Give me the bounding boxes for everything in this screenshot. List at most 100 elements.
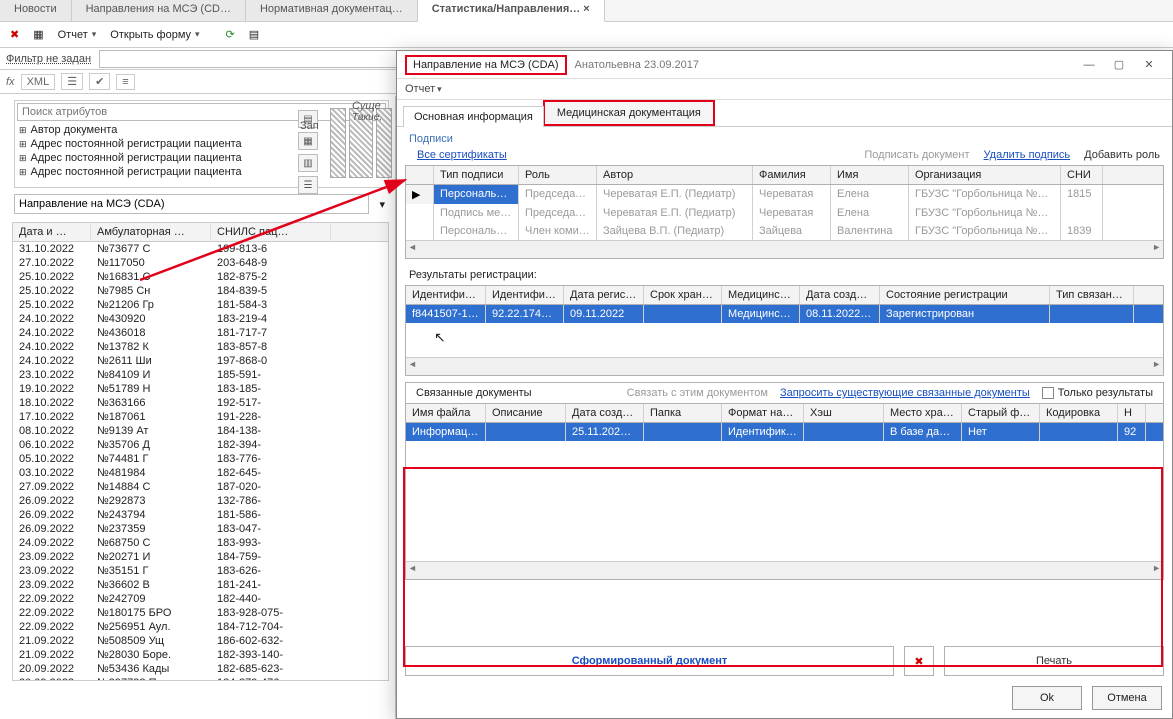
tab-stats[interactable]: Статистика/Направления… × [418, 0, 605, 22]
sig-row[interactable]: ▶Персональн…Председате…Череватая Е.П. (П… [406, 185, 1163, 204]
docs-scroll[interactable] [406, 561, 1163, 579]
print-button[interactable]: Печать [944, 646, 1164, 676]
fx-tool-1[interactable]: ☰ [61, 73, 83, 90]
sig-col[interactable]: Роль [519, 166, 597, 184]
sig-scroll[interactable] [406, 240, 1163, 258]
reg-col[interactable]: Дата регис… [564, 286, 644, 304]
minimize-icon[interactable]: — [1074, 59, 1104, 71]
docs-col[interactable]: Старый фо… [962, 404, 1040, 422]
fx-tool-list[interactable]: ≡ [116, 74, 134, 90]
tab-normdocs[interactable]: Нормативная документац… [246, 0, 418, 21]
refresh-icon[interactable]: ⟳ [222, 26, 239, 43]
sig-row[interactable]: Подпись ме…Председате…Череватая Е.П. (Пе… [406, 204, 1163, 222]
report-dropdown[interactable]: Отчет [54, 27, 101, 43]
tab-med-doc[interactable]: Медицинская документация [543, 100, 715, 126]
reg-col[interactable]: Медицинск… [722, 286, 800, 304]
table-row[interactable]: 31.10.2022№73677 С199-813-6 [13, 242, 388, 256]
sig-col[interactable]: Фамилия [753, 166, 831, 184]
table-row[interactable]: 06.10.2022№35706 Д182-394- [13, 438, 388, 452]
records-body[interactable]: 31.10.2022№73677 С199-813-627.10.2022№11… [13, 242, 388, 680]
only-results-check[interactable]: Только результаты [1042, 387, 1153, 399]
all-certificates-link[interactable]: Все сертификаты [417, 149, 507, 161]
table-row[interactable]: 25.10.2022№7985 Сн184-839-5 [13, 284, 388, 298]
table-row[interactable]: 21.09.2022№28030 Боре.182-393-140- [13, 648, 388, 662]
close-icon[interactable]: ✕ [1134, 58, 1164, 71]
docs-col[interactable]: Кодировка [1040, 404, 1118, 422]
table-row[interactable]: 22.09.2022№242709182-440- [13, 592, 388, 606]
table-row[interactable]: 24.10.2022№430920183-219-4 [13, 312, 388, 326]
docs-col[interactable]: Место хран… [884, 404, 962, 422]
table-row[interactable]: 08.10.2022№9139 Ат184-138- [13, 424, 388, 438]
table-row[interactable]: 27.10.2022№117050203-648-9 [13, 256, 388, 270]
sig-col[interactable]: Тип подписи [434, 166, 519, 184]
sig-col[interactable]: Организация [909, 166, 1061, 184]
reg-scroll[interactable] [406, 357, 1163, 375]
side-icon[interactable]: ☰ [298, 176, 318, 194]
ok-button[interactable]: Ok [1012, 686, 1082, 710]
xml-button[interactable]: XML [21, 74, 56, 90]
cancel-button[interactable]: Отмена [1092, 686, 1162, 710]
side-icon[interactable]: ▥ [298, 154, 318, 172]
table-row[interactable]: 19.10.2022№51789 Н183-185- [13, 382, 388, 396]
docs-col[interactable]: Папка [644, 404, 722, 422]
table-row[interactable]: 27.09.2022№14884 С187-020- [13, 480, 388, 494]
sig-row[interactable]: Персональн…Член комис…Зайцева В.П. (Педи… [406, 222, 1163, 240]
tab-main-info[interactable]: Основная информация [403, 106, 544, 127]
reg-col[interactable]: Состояние регистрации [880, 286, 1050, 304]
table-row[interactable]: 24.10.2022№2611 Ши197-868-0 [13, 354, 388, 368]
reg-col[interactable]: Срок хране… [644, 286, 722, 304]
table-row[interactable]: 26.09.2022№292873132-786- [13, 494, 388, 508]
table-row[interactable]: 23.09.2022№20271 И184-759- [13, 550, 388, 564]
properties-icon[interactable]: ▦ [29, 26, 47, 43]
sig-col[interactable]: Автор [597, 166, 753, 184]
table-row[interactable]: 26.09.2022№243794181-586- [13, 508, 388, 522]
table-row[interactable]: 24.10.2022№436018181-717-7 [13, 326, 388, 340]
table-row[interactable]: 26.09.2022№237359183-047- [13, 522, 388, 536]
delete-sign-link[interactable]: Удалить подпись [984, 149, 1071, 161]
sig-col[interactable]: СНИ [1061, 166, 1103, 184]
table-row[interactable]: 23.09.2022№35151 Г183-626- [13, 564, 388, 578]
delete-icon[interactable]: ✖ [904, 646, 934, 676]
col-amb[interactable]: Амбулаторная … [91, 223, 211, 241]
table-row[interactable]: 20.09.2022№397738 Пач184-879-476- [13, 676, 388, 680]
kind-caret-icon[interactable]: ▾ [375, 196, 389, 213]
sig-col[interactable]: Имя [831, 166, 909, 184]
table-row[interactable]: 18.10.2022№363166192-517- [13, 396, 388, 410]
open-form-dropdown[interactable]: Открыть форму [106, 27, 203, 43]
docs-col[interactable]: Дата созда… [566, 404, 644, 422]
docs-row[interactable]: Информаци…25.11.2022 …Идентифик…В базе д… [406, 423, 1163, 441]
reg-col[interactable]: Идентифик… [406, 286, 486, 304]
table-row[interactable]: 22.09.2022№180175 БРО183-928-075- [13, 606, 388, 620]
table-row[interactable]: 23.09.2022№36602 В181-241- [13, 578, 388, 592]
docs-col[interactable]: Хэш [804, 404, 884, 422]
table-row[interactable]: 21.09.2022№508509 Ущ186-602-632- [13, 634, 388, 648]
table-row[interactable]: 24.10.2022№13782 К183-857-8 [13, 340, 388, 354]
close-icon[interactable]: ✖ [6, 26, 23, 43]
add-role-link[interactable]: Добавить роль [1084, 149, 1160, 161]
table-row[interactable]: 05.10.2022№74481 Г183-776- [13, 452, 388, 466]
table-row[interactable]: 24.09.2022№68750 С183-993- [13, 536, 388, 550]
tab-referrals[interactable]: Направления на МСЭ (CD… [72, 0, 246, 21]
col-snils[interactable]: СНИЛС пац… [211, 223, 331, 241]
table-row[interactable]: 22.09.2022№256951 Аул.184-712-704- [13, 620, 388, 634]
table-row[interactable]: 17.10.2022№187061191-228- [13, 410, 388, 424]
reg-col[interactable]: Идентифик… [486, 286, 564, 304]
fx-tool-check[interactable]: ✔ [89, 73, 110, 90]
table-row[interactable]: 20.09.2022№53436 Кады182-685-623- [13, 662, 388, 676]
export-icon[interactable]: ▤ [245, 26, 263, 43]
formed-document-button[interactable]: Сформированный документ [405, 646, 894, 676]
table-row[interactable]: 25.10.2022№16831 С182-875-2 [13, 270, 388, 284]
table-row[interactable]: 03.10.2022№481984182-645- [13, 466, 388, 480]
doc-kind-input[interactable] [14, 194, 369, 214]
dlg-report-menu[interactable]: Отчет [405, 83, 442, 95]
docs-col[interactable]: Имя файла [406, 404, 486, 422]
request-related-link[interactable]: Запросить существующие связанные докумен… [780, 387, 1030, 399]
reg-col[interactable]: Тип связан… [1050, 286, 1134, 304]
side-icon[interactable]: ▦ [298, 132, 318, 150]
reg-col[interactable]: Дата созда… [800, 286, 880, 304]
reg-row[interactable]: f8441507-1c…92.22.1743…09.11.2022Медицин… [406, 305, 1163, 323]
docs-col[interactable]: Описание [486, 404, 566, 422]
table-row[interactable]: 25.10.2022№21206 Гр181-584-3 [13, 298, 388, 312]
docs-col[interactable]: Н [1118, 404, 1146, 422]
col-date[interactable]: Дата и … [13, 223, 91, 241]
